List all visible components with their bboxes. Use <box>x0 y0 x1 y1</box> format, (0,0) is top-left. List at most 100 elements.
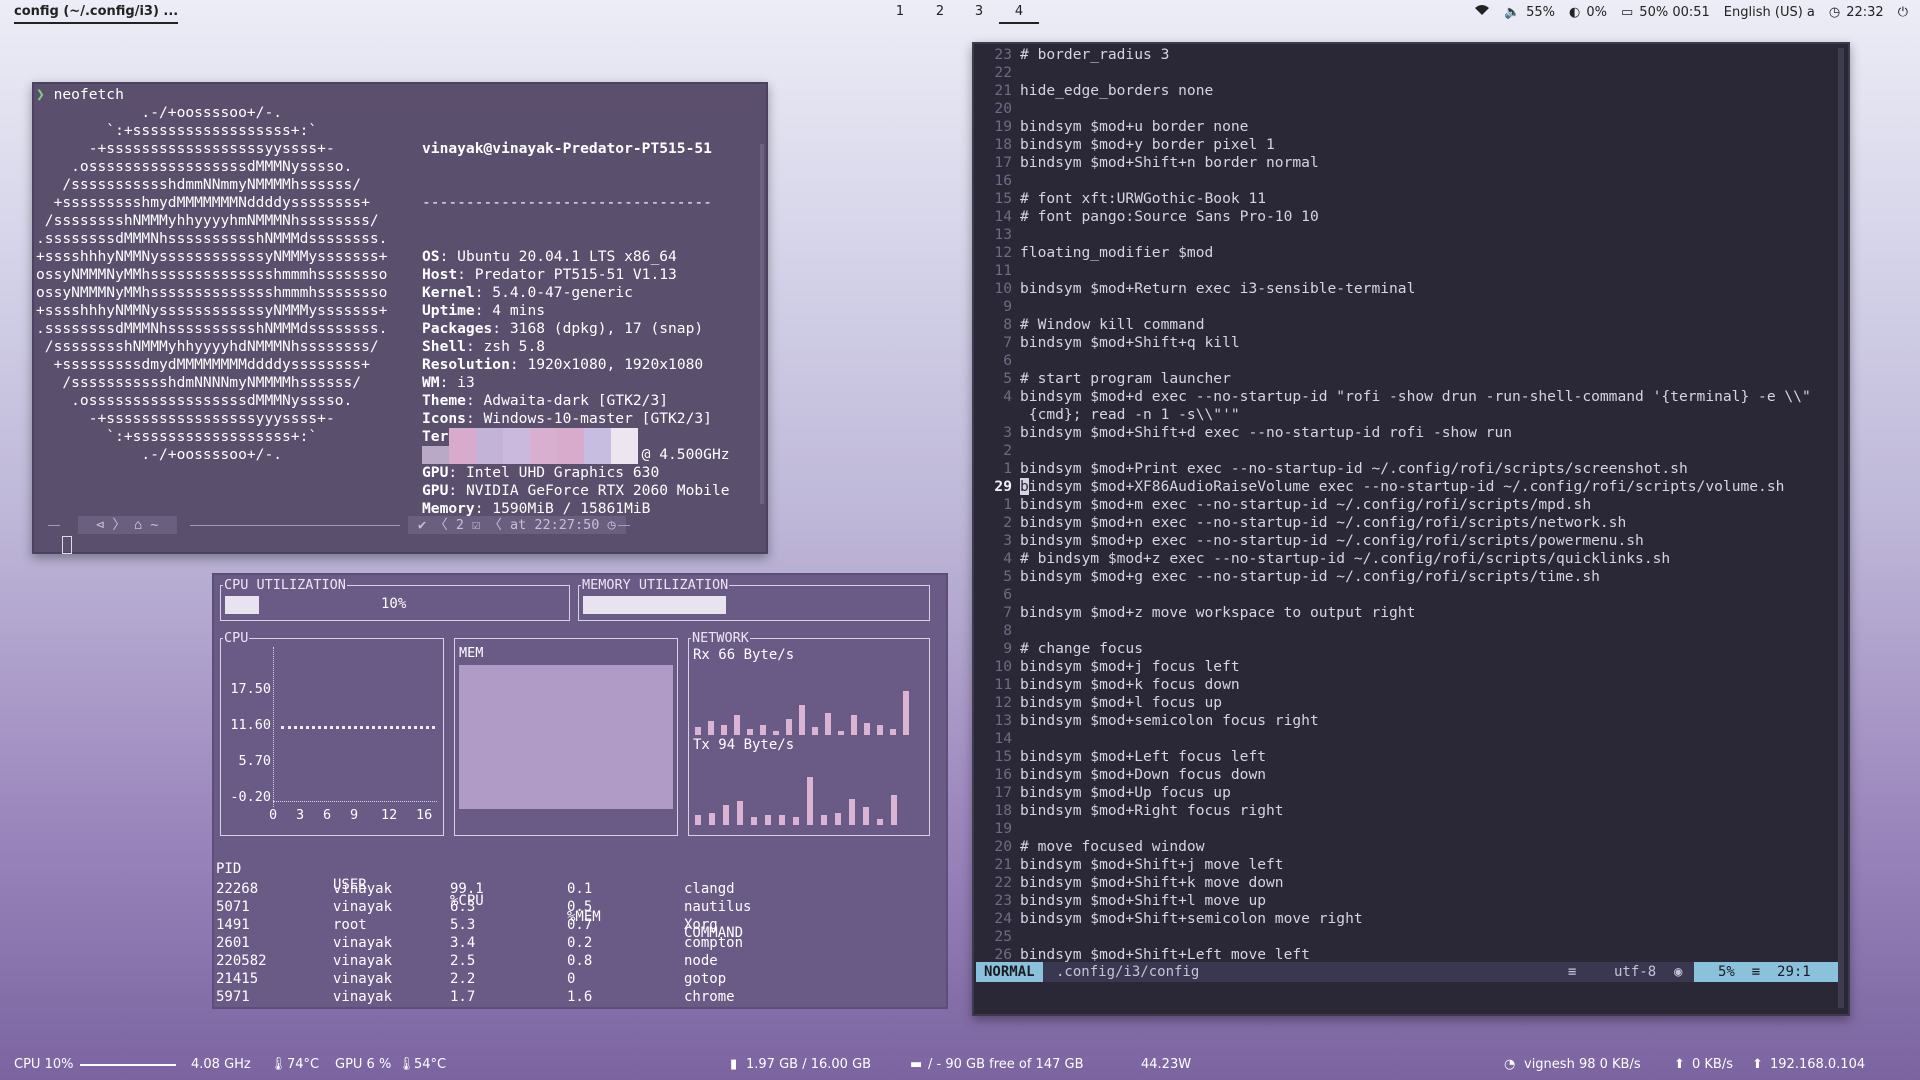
disk-usage[interactable]: / - 90 GB free of 147 GB <box>928 1057 1084 1072</box>
code-line[interactable]: 18 bindsym $mod+y border pixel 1 <box>974 136 1842 154</box>
code-line[interactable]: 5 bindsym $mod+g exec --no-startup-id ~/.… <box>974 568 1842 586</box>
code-line[interactable]: 13 <box>974 226 1842 244</box>
focused-window-title[interactable]: config (~/.config/i3) ... <box>14 4 179 24</box>
code-line[interactable]: 14 # font pango:Source Sans Pro-10 10 <box>974 208 1842 226</box>
line-number: 4 <box>1003 388 1012 405</box>
code-line[interactable]: 1 bindsym $mod+Print exec --no-startup-id… <box>974 460 1842 478</box>
code-line[interactable]: 9 # change focus <box>974 640 1842 658</box>
code-line[interactable]: 5 # start program launcher <box>974 370 1842 388</box>
code-line[interactable]: 13 bindsym $mod+semicolon focus right <box>974 712 1842 730</box>
brightness-widget[interactable]: ◐ 0% <box>1569 5 1607 20</box>
volume-widget[interactable]: 🔈 55% <box>1504 5 1555 20</box>
ip-address[interactable]: 192.168.0.104 <box>1770 1057 1865 1072</box>
code-line[interactable]: 2 <box>974 442 1842 460</box>
code-line[interactable]: 4 bindsym $mod+d exec --no-startup-id "ro… <box>974 388 1842 406</box>
workspace-4[interactable]: 4 <box>999 4 1039 24</box>
code-line[interactable]: 10 bindsym $mod+j focus left <box>974 658 1842 676</box>
code-line[interactable]: 21 bindsym $mod+Shift+j move left <box>974 856 1842 874</box>
code-line[interactable]: 19 <box>974 820 1842 838</box>
code-line[interactable]: 16 bindsym $mod+Down focus down <box>974 766 1842 784</box>
rx-bar <box>799 705 805 735</box>
code-line[interactable]: 6 <box>974 352 1842 370</box>
code-line[interactable]: 15 bindsym $mod+Left focus left <box>974 748 1842 766</box>
ram-usage[interactable]: 1.97 GB / 16.00 GB <box>746 1057 871 1072</box>
info-row: Kernel: 5.4.0-47-generic <box>422 284 633 301</box>
info-row: OS: Ubuntu 20.04.1 LTS x86_64 <box>422 248 677 265</box>
code-line[interactable]: 3 bindsym $mod+Shift+d exec --no-startup-… <box>974 424 1842 442</box>
battery-widget[interactable]: ▭ 50% 00:51 <box>1621 5 1710 20</box>
code-line[interactable]: 23 # border_radius 3 <box>974 46 1842 64</box>
process-user: vinayak <box>333 989 393 1005</box>
code-line[interactable]: 20 <box>974 100 1842 118</box>
clock-widget[interactable]: ◷ 22:32 <box>1829 5 1884 20</box>
code-line[interactable]: 17 bindsym $mod+Up focus up <box>974 784 1842 802</box>
vim-editor[interactable]: 23 # border_radius 3 22 21 hide_edge_borders… <box>972 42 1850 1016</box>
workspace-2[interactable]: 2 <box>920 4 960 22</box>
code-line[interactable]: 18 bindsym $mod+Right focus right <box>974 802 1842 820</box>
code-line[interactable]: 12 floating_modifier $mod <box>974 244 1842 262</box>
cpu-temp[interactable]: 74°C <box>287 1057 319 1072</box>
code-line[interactable]: 1 bindsym $mod+m exec --no-startup-id ~/.… <box>974 496 1842 514</box>
code-line[interactable]: 21 hide_edge_borders none <box>974 82 1842 100</box>
process-command: gotop <box>684 971 727 987</box>
line-number: 2 <box>1003 442 1012 459</box>
code-line[interactable]: 7 bindsym $mod+Shift+q kill <box>974 334 1842 352</box>
code-line[interactable]: 11 bindsym $mod+k focus down <box>974 676 1842 694</box>
code-line[interactable]: 8 # Window kill command <box>974 316 1842 334</box>
line-number: 15 <box>994 190 1012 207</box>
wifi-icon[interactable] <box>1474 4 1490 20</box>
code-line[interactable]: 23 bindsym $mod+Shift+l move up <box>974 892 1842 910</box>
code-line[interactable]: 17 bindsym $mod+Shift+n border normal <box>974 154 1842 172</box>
process-mem: 0.5 <box>567 899 593 915</box>
code-line[interactable]: 25 <box>974 928 1842 946</box>
code-line[interactable]: 2 bindsym $mod+n exec --no-startup-id ~/.… <box>974 514 1842 532</box>
code-line[interactable]: 14 <box>974 730 1842 748</box>
code-line[interactable]: 6 <box>974 586 1842 604</box>
prompt-arrow-icon: ❯ <box>36 86 54 103</box>
tx-bar <box>849 799 855 825</box>
code-line[interactable]: 20 # move focused window <box>974 838 1842 856</box>
line-text: # font xft:URWGothic-Book 11 <box>1020 190 1267 207</box>
code-line[interactable]: 15 # font xft:URWGothic-Book 11 <box>974 190 1842 208</box>
code-line[interactable]: 16 <box>974 172 1842 190</box>
neofetch-terminal[interactable]: ❯ neofetch .-/+oossssoo+/-. `:+sssssssss… <box>32 82 768 554</box>
code-line[interactable]: 9 <box>974 298 1842 316</box>
power-draw[interactable]: 44.23W <box>1141 1057 1191 1072</box>
code-line[interactable]: 3 bindsym $mod+p exec --no-startup-id ~/.… <box>974 532 1842 550</box>
vim-filename: .config/i3/config <box>1056 964 1200 980</box>
code-line[interactable]: 29 bindsym $mod+XF86AudioRaiseVolume exec… <box>974 478 1842 496</box>
rx-bar <box>903 691 909 735</box>
info-key: Packages <box>422 320 493 337</box>
workspace-3[interactable]: 3 <box>959 4 999 22</box>
code-line[interactable]: 12 bindsym $mod+l focus up <box>974 694 1842 712</box>
code-line[interactable]: 22 bindsym $mod+Shift+k move down <box>974 874 1842 892</box>
code-line[interactable]: 22 <box>974 64 1842 82</box>
cpu-frequency[interactable]: 4.08 GHz <box>191 1057 251 1072</box>
code-line[interactable]: 10 bindsym $mod+Return exec i3-sensible-t… <box>974 280 1842 298</box>
code-buffer[interactable]: 23 # border_radius 3 22 21 hide_edge_borders… <box>974 46 1842 964</box>
code-line[interactable]: 7 bindsym $mod+z move workspace to output… <box>974 604 1842 622</box>
process-pid: 22268 <box>216 881 259 897</box>
col-pid[interactable]: PID <box>216 861 241 877</box>
line-number: 2 <box>1003 514 1012 531</box>
terminal-scrollbar[interactable] <box>760 144 764 504</box>
code-line[interactable]: 4 # bindsym $mod+z exec --no-startup-id ~… <box>974 550 1842 568</box>
power-icon[interactable]: ⏻ <box>1898 5 1908 20</box>
system-monitor[interactable]: CPU UTILIZATION 10% MEMORY UTILIZATION 6… <box>212 573 948 1009</box>
line-text: bindsym $mod+Right focus right <box>1020 802 1284 819</box>
code-line[interactable]: 8 <box>974 622 1842 640</box>
workspace-1[interactable]: 1 <box>880 4 920 22</box>
line-text: # font pango:Source Sans Pro-10 10 <box>1020 208 1319 225</box>
cpu-usage[interactable]: CPU 10% <box>14 1057 73 1072</box>
gpu-usage[interactable]: GPU 6 % <box>335 1057 391 1072</box>
keyboard-layout[interactable]: English (US) a <box>1724 5 1815 20</box>
code-line[interactable]: 24 bindsym $mod+Shift+semicolon move righ… <box>974 910 1842 928</box>
code-line[interactable]: 11 <box>974 262 1842 280</box>
code-line[interactable]: {cmd}; read -n 1 -s\\"'" <box>974 406 1842 424</box>
code-line[interactable]: 19 bindsym $mod+u border none <box>974 118 1842 136</box>
upload-rate[interactable]: 0 KB/s <box>1692 1057 1733 1072</box>
gpu-temp[interactable]: 54°C <box>414 1057 446 1072</box>
rx-bar <box>773 731 779 735</box>
process-pid: 220582 <box>216 953 267 969</box>
wifi-status[interactable]: vignesh 98 0 KB/s <box>1524 1057 1641 1072</box>
